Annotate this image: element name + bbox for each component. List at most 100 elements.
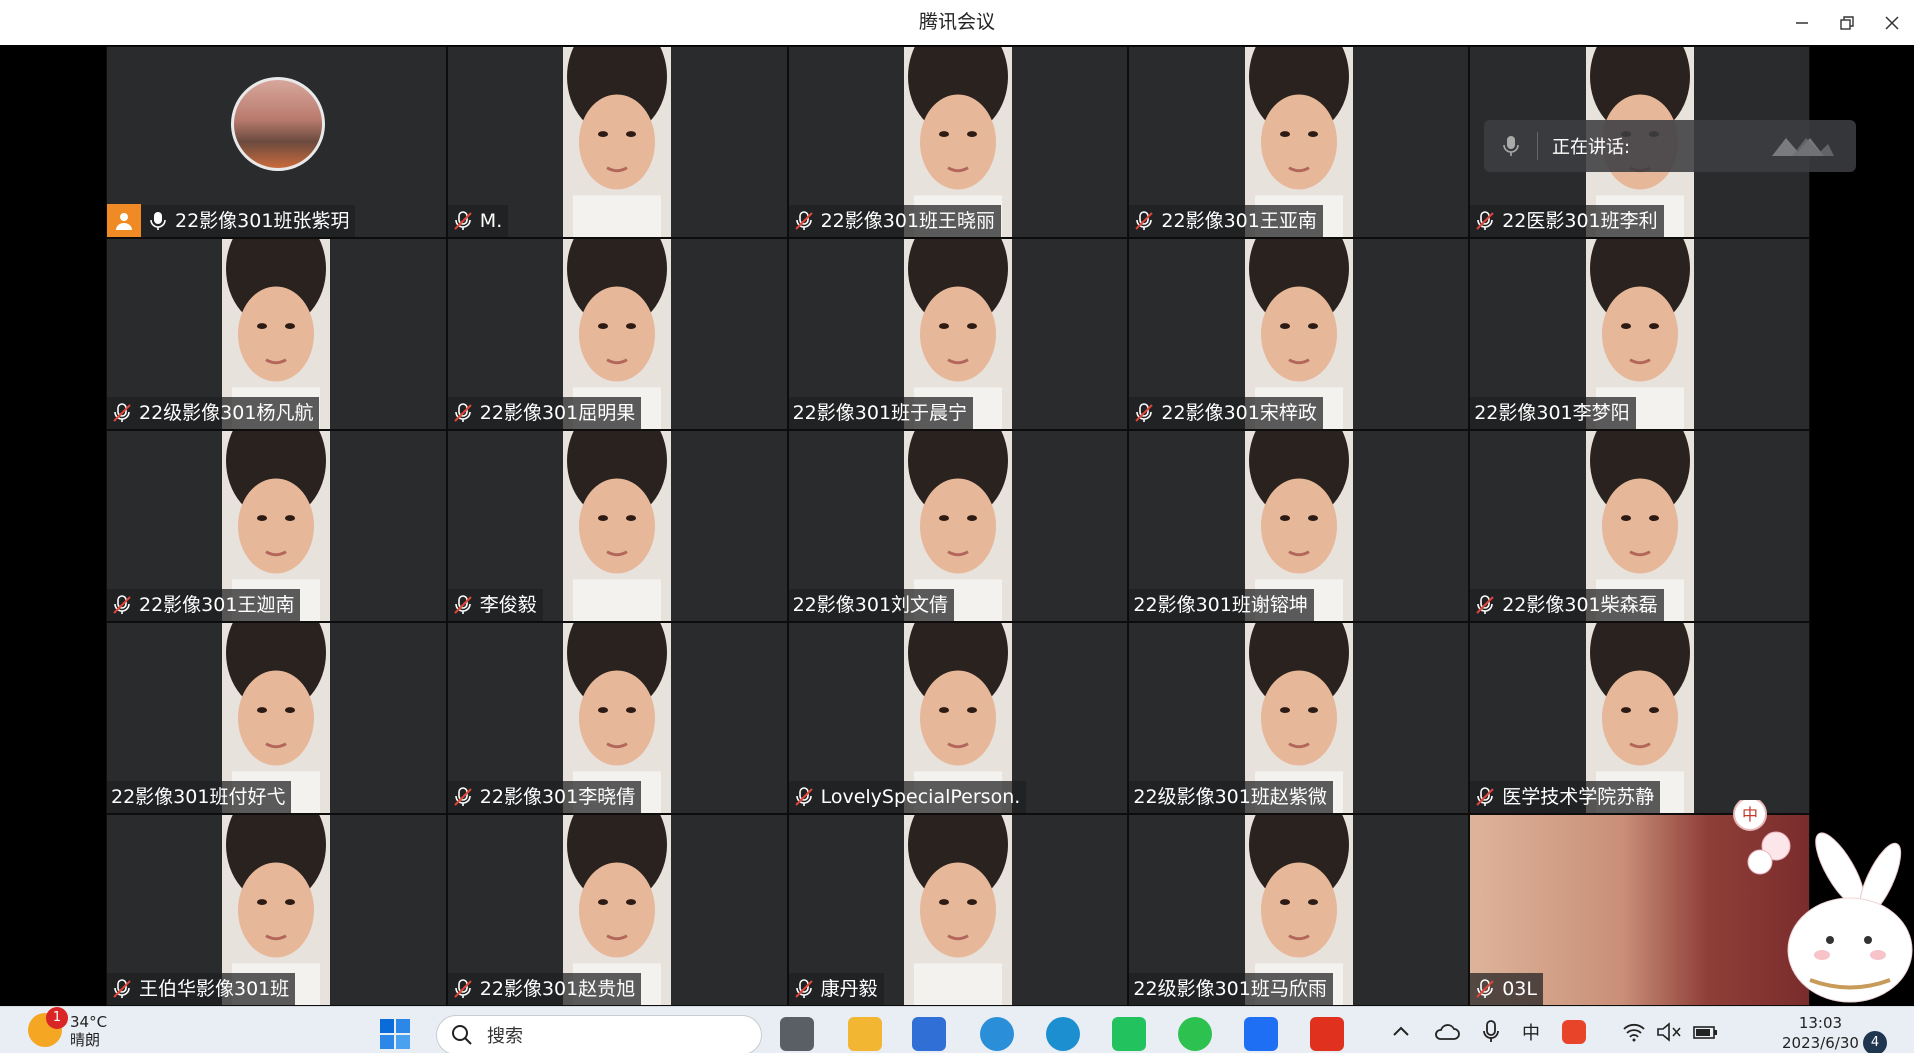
participant-name-label: 22影像301屈明果 (447, 397, 642, 429)
participant-name-label: 22影像301赵贵旭 (447, 973, 642, 1005)
ime-indicator[interactable]: 中 (1522, 1019, 1540, 1045)
sun-icon: 1 (28, 1007, 68, 1047)
participant-name: 22影像301班于晨宁 (792, 402, 968, 424)
notification-count[interactable]: 4 (1863, 1031, 1887, 1053)
wechat-icon[interactable] (1178, 1017, 1212, 1051)
participant-name-label: 22级影像301班马欣雨 (1129, 973, 1333, 1005)
participant-tile[interactable]: 医学技术学院苏静 (1469, 622, 1810, 814)
participant-tile[interactable]: 22影像301赵贵旭 (446, 814, 788, 1006)
clock-time: 13:03 (1798, 1014, 1843, 1032)
close-button[interactable] (1869, 0, 1914, 45)
participant-name: 22影像301班张紫玥 (175, 210, 350, 232)
cloud-icon[interactable] (1434, 1021, 1460, 1043)
weather-widget[interactable]: 1 34°C 晴朗 (28, 1007, 108, 1049)
participant-tile[interactable]: 22级影像301杨凡航 (106, 238, 447, 430)
microphone-muted-icon (1135, 403, 1154, 422)
system-tray: 中 (1390, 1019, 1720, 1045)
participant-name-label: 王伯华影像301班 (107, 973, 296, 1005)
weather-temp: 34°C (70, 1013, 108, 1031)
avatar (231, 77, 325, 171)
participant-name: 03L (1502, 978, 1537, 1000)
rabbit-sticker-icon: 中 (1733, 800, 1913, 1003)
participant-tile[interactable]: 22影像301班谢镕坤 (1128, 430, 1470, 622)
edge-icon[interactable] (1046, 1017, 1080, 1051)
battery-icon[interactable] (1692, 1022, 1720, 1042)
participant-name-label: 22影像301班付好弋 (107, 781, 292, 813)
participant-name: 22影像301王亚南 (1161, 210, 1317, 232)
participant-tile[interactable]: 22影像301班张紫玥 (106, 46, 447, 238)
help-icon[interactable] (980, 1017, 1014, 1051)
microphone-muted-icon (113, 595, 131, 614)
clock-date: 2023/6/30 (1782, 1034, 1859, 1052)
participant-name-label: 22影像301班张紫玥 (107, 204, 356, 237)
microphone-muted-icon (454, 595, 472, 614)
taskbar-clock[interactable]: 13:03 2023/6/30 (1782, 1013, 1859, 1053)
participant-name-label: 22影像301班谢镕坤 (1129, 589, 1314, 621)
start-button[interactable] (378, 1017, 412, 1051)
participant-tile[interactable]: 康丹毅 (787, 814, 1129, 1006)
participant-name: 22医影301班李利 (1502, 210, 1658, 232)
participant-tile[interactable]: 22影像301李晓倩 (446, 622, 788, 814)
taskbar-search-box[interactable]: 搜索 (436, 1015, 762, 1053)
video-stage: 22影像301班张紫玥 M. 22影像301班王晓丽 22影像301王亚南 22医影30… (0, 45, 1914, 1006)
participant-name-label: 22影像301李梦阳 (1470, 397, 1636, 429)
microphone-icon (1484, 132, 1538, 160)
microphone-muted-icon (113, 403, 131, 422)
participant-name-label: 22医影301班李利 (1470, 205, 1664, 237)
wifi-icon[interactable] (1622, 1022, 1646, 1042)
minimize-button[interactable] (1779, 0, 1824, 45)
speaker-muted-icon[interactable] (1656, 1022, 1682, 1042)
participant-name-label: 康丹毅 (788, 973, 884, 1005)
iqiyi-icon[interactable] (1112, 1017, 1146, 1051)
microphone-muted-icon (794, 211, 813, 230)
participant-tile[interactable]: 22影像301班王晓丽 (787, 46, 1129, 238)
tencent-meeting-logo-icon (1772, 138, 1834, 156)
wps-icon[interactable] (1310, 1017, 1344, 1051)
participant-tile[interactable]: M. (446, 46, 788, 238)
microphone-muted-icon (794, 787, 813, 806)
participant-name: 22影像301李晓倩 (479, 786, 636, 808)
participant-video (563, 431, 672, 621)
sogou-ime-icon[interactable] (1562, 1020, 1586, 1044)
participant-name-label: LovelySpecialPerson. (788, 781, 1027, 813)
windows-icon (380, 1019, 410, 1049)
search-icon (452, 1025, 472, 1045)
participant-name-label: 22影像301班王晓丽 (788, 205, 1002, 237)
speaking-label: 正在讲话: (1552, 137, 1631, 158)
participant-name-label: 22影像301班于晨宁 (788, 397, 974, 429)
participant-tile[interactable]: 22影像301刘文倩 (787, 430, 1129, 622)
participant-tile[interactable]: 22影像301李梦阳 (1469, 238, 1810, 430)
microphone-tray-icon[interactable] (1482, 1020, 1500, 1044)
file-explorer-icon[interactable] (848, 1017, 882, 1051)
participant-name: 22影像301王迦南 (139, 594, 295, 616)
tencent-meeting-icon[interactable] (1244, 1017, 1278, 1051)
participant-tile[interactable]: 22影像301王迦南 (106, 430, 447, 622)
participant-tile[interactable]: 22影像301宋梓政 (1128, 238, 1470, 430)
participant-tile[interactable]: 王伯华影像301班 (106, 814, 447, 1006)
store-icon[interactable] (912, 1017, 946, 1051)
restore-button[interactable] (1824, 0, 1869, 45)
participant-tile[interactable]: 22影像301屈明果 (446, 238, 788, 430)
participant-tile[interactable]: 李俊毅 (446, 430, 788, 622)
participant-name-label: 李俊毅 (447, 589, 543, 621)
task-view-icon[interactable] (780, 1017, 814, 1051)
participant-name: 22影像301班付好弋 (111, 786, 286, 808)
window-controls (1779, 0, 1914, 45)
window-title: 腾讯会议 (918, 11, 995, 33)
participant-tile[interactable]: LovelySpecialPerson. (787, 622, 1129, 814)
participant-tile[interactable]: 22影像301班于晨宁 (787, 238, 1129, 430)
participant-tile[interactable]: 22影像301班付好弋 (106, 622, 447, 814)
participant-name: LovelySpecialPerson. (820, 786, 1021, 808)
participant-tile[interactable]: 22级影像301班赵紫微 (1128, 622, 1470, 814)
microphone-muted-icon (1476, 979, 1494, 998)
participant-tile[interactable]: 22影像301柴森磊 (1469, 430, 1810, 622)
microphone-muted-icon (454, 403, 472, 422)
chevron-up-icon[interactable] (1390, 1021, 1412, 1043)
participant-tile[interactable]: 22级影像301班马欣雨 (1128, 814, 1470, 1006)
microphone-muted-icon (794, 979, 813, 998)
participant-tile[interactable]: 22影像301王亚南 (1128, 46, 1470, 238)
participant-name: 医学技术学院苏静 (1502, 786, 1655, 808)
minimize-icon (1795, 21, 1808, 24)
participant-name: 22影像301班王晓丽 (820, 210, 996, 232)
taskbar: 1 34°C 晴朗 搜索 中 13:03 2023/6/30 4 (0, 1006, 1914, 1053)
